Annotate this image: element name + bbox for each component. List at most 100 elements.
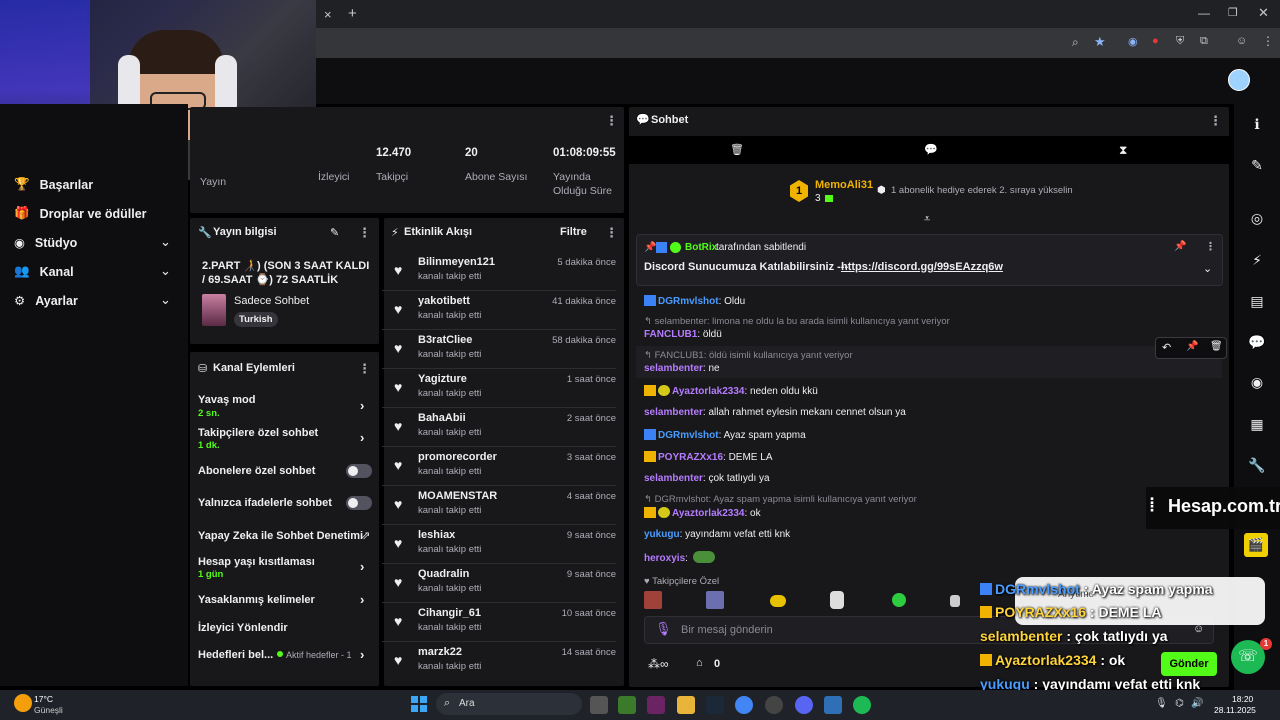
edit-icon[interactable]: ✎ [1245,153,1269,177]
leaderboard-user[interactable]: MemoAli31 [815,179,873,191]
sidebar-item-channel[interactable]: 👥 Kanal [14,264,74,279]
lightning-icon[interactable]: ⚡ [1245,248,1269,272]
goals-title[interactable]: Hedefleri bel... [198,649,273,661]
sidebar-item-achievements[interactable]: 🏆 Başarılar [14,177,93,192]
chat-more-icon[interactable]: ⋮ [1209,113,1222,129]
new-tab-button[interactable]: + [348,5,357,22]
weather-icon[interactable] [14,694,32,712]
app-icon[interactable] [647,696,665,714]
microphone-icon[interactable]: 🎙 [655,621,672,637]
puzzle-icon[interactable]: ⧉ [1200,35,1208,48]
emote-icon[interactable] [950,595,960,607]
minimize-icon[interactable]: — [1198,6,1210,20]
activity-filter-button[interactable]: Filtre [560,226,587,238]
pinned-link[interactable]: https://discord.gg/99sEAzzq6w [841,261,1003,273]
wifi-icon[interactable]: ⌬ [1175,698,1184,709]
windows-start-icon[interactable] [411,696,427,712]
sidebar-item-settings[interactable]: ⚙ Ayarlar [14,293,78,309]
zoom-icon[interactable]: ⌕ [1072,35,1079,50]
emote-icon[interactable] [770,595,786,607]
followers-only-label: ♥ Takipçilere Özel [644,576,720,587]
emote-icon[interactable] [644,591,662,609]
bookmark-star-icon[interactable]: ★ [1094,34,1106,50]
stream-info-more-icon[interactable]: ⋮ [358,225,371,241]
chevron-down-icon[interactable]: ⌄ [160,234,171,250]
layout-icon[interactable]: ▦ [1245,412,1269,436]
weather-temp: 17°C [34,694,53,704]
window-close-icon[interactable]: ✕ [1258,5,1269,21]
leaderboard-count: 3 [815,193,821,204]
sidebar-item-studio[interactable]: ◉ Stüdyo [14,235,77,251]
spotify-icon[interactable] [853,696,871,714]
app-icon[interactable] [765,696,783,714]
broadcast-icon[interactable]: ◉ [1245,370,1269,394]
extension-red-icon[interactable]: ● [1152,35,1159,47]
followers-chat-title[interactable]: Takipçilere özel sohbet [198,427,318,439]
taskbar-search[interactable] [436,693,582,715]
wrench-icon[interactable]: 🔧 [1245,453,1269,477]
extension-icon[interactable]: ◉ [1128,35,1138,48]
chevron-right-icon[interactable]: › [360,398,364,413]
task-view-icon[interactable] [590,696,608,714]
chevron-down-icon[interactable]: ⌄ [1203,262,1212,275]
stats-more-icon[interactable]: ⋮ [605,113,618,129]
emote-icon[interactable] [892,593,906,607]
chevron-right-icon[interactable]: › [360,430,364,445]
chevron-right-icon[interactable]: › [360,647,364,662]
chat-bubble-icon: 💬 [636,114,650,126]
subscribers-chat-toggle[interactable] [346,464,372,478]
raid-title[interactable]: İzleyici Yönlendir [198,622,288,634]
volume-icon[interactable]: 🔊 [1191,698,1203,709]
pin-message-icon[interactable]: 📌 [1186,341,1198,352]
folder-icon[interactable] [677,696,695,714]
chevron-down-icon[interactable]: ⌄ [160,292,171,308]
emote-icon[interactable] [706,591,724,609]
stream-category[interactable]: Sadece Sohbet [234,295,309,307]
app-icon[interactable] [824,696,842,714]
edit-pencil-icon[interactable]: ✎ [330,226,339,239]
emote-chat-toggle[interactable] [346,496,372,510]
chevron-down-icon[interactable]: ⌄ [160,263,171,279]
trash-icon[interactable]: 🗑 [730,143,744,156]
expand-icon[interactable]: ⩡ [924,213,930,226]
send-button[interactable]: Gönder [1161,652,1217,676]
slow-mode-title[interactable]: Yavaş mod [198,394,255,406]
chevron-right-icon[interactable]: › [360,592,364,607]
avatar[interactable] [1228,69,1250,91]
reply-icon[interactable]: ↶ [1162,341,1171,354]
minecraft-icon[interactable] [618,696,636,714]
unpin-icon[interactable]: 📌 [1174,241,1186,252]
channel-actions-more-icon[interactable]: ⋮ [358,361,371,377]
language-tag[interactable]: Turkish [234,312,278,327]
chat-icon[interactable]: 💬 [1245,330,1269,354]
discord-icon[interactable] [795,696,813,714]
emote-icon[interactable] [830,591,844,609]
shield-icon[interactable]: ⛨ [1176,35,1184,48]
info-icon[interactable]: ℹ [1245,112,1269,136]
delete-message-icon[interactable]: 🗑 [1210,341,1223,352]
account-age-title[interactable]: Hesap yaşı kısıtlaması [198,556,315,568]
mic-tray-icon[interactable]: 🎙 [1155,698,1168,709]
tab-chat-icon[interactable]: 💬 [924,143,938,156]
document-icon[interactable]: ▤ [1245,289,1269,313]
activity-more-icon[interactable]: ⋮ [605,225,618,241]
chat-settings-icon[interactable]: ⁂∞ [648,657,669,671]
pinned-by-user[interactable]: BotRix [685,242,717,253]
chrome-icon[interactable] [735,696,753,714]
clapper-icon[interactable]: 🎬 [1244,533,1268,557]
ai-moderation-title[interactable]: Yapay Zeka ile Sohbet Denetimi [198,530,363,542]
sidebar-item-drops[interactable]: 🎁 Droplar ve ödüller [14,206,147,221]
camera-icon[interactable]: ◎ [1245,206,1269,230]
chat-message: DGRmvlshot: Ayaz spam yapma [644,429,806,441]
external-link-icon[interactable]: ⇗ [361,529,370,542]
banned-words-title[interactable]: Yasaklanmış kelimeler [198,594,315,606]
store-icon[interactable]: ⌂ [696,657,703,669]
maximize-icon[interactable]: ❐ [1228,6,1238,19]
browser-menu-icon[interactable]: ⋮ [1262,34,1274,48]
tab-close-button[interactable]: × [324,7,332,22]
hourglass-icon[interactable]: ⧗ [1119,143,1127,158]
profile-icon[interactable]: ☺ [1236,35,1247,47]
pinned-more-icon[interactable]: ⋮ [1205,240,1216,253]
steam-icon[interactable] [706,696,724,714]
chevron-right-icon[interactable]: › [360,559,364,574]
